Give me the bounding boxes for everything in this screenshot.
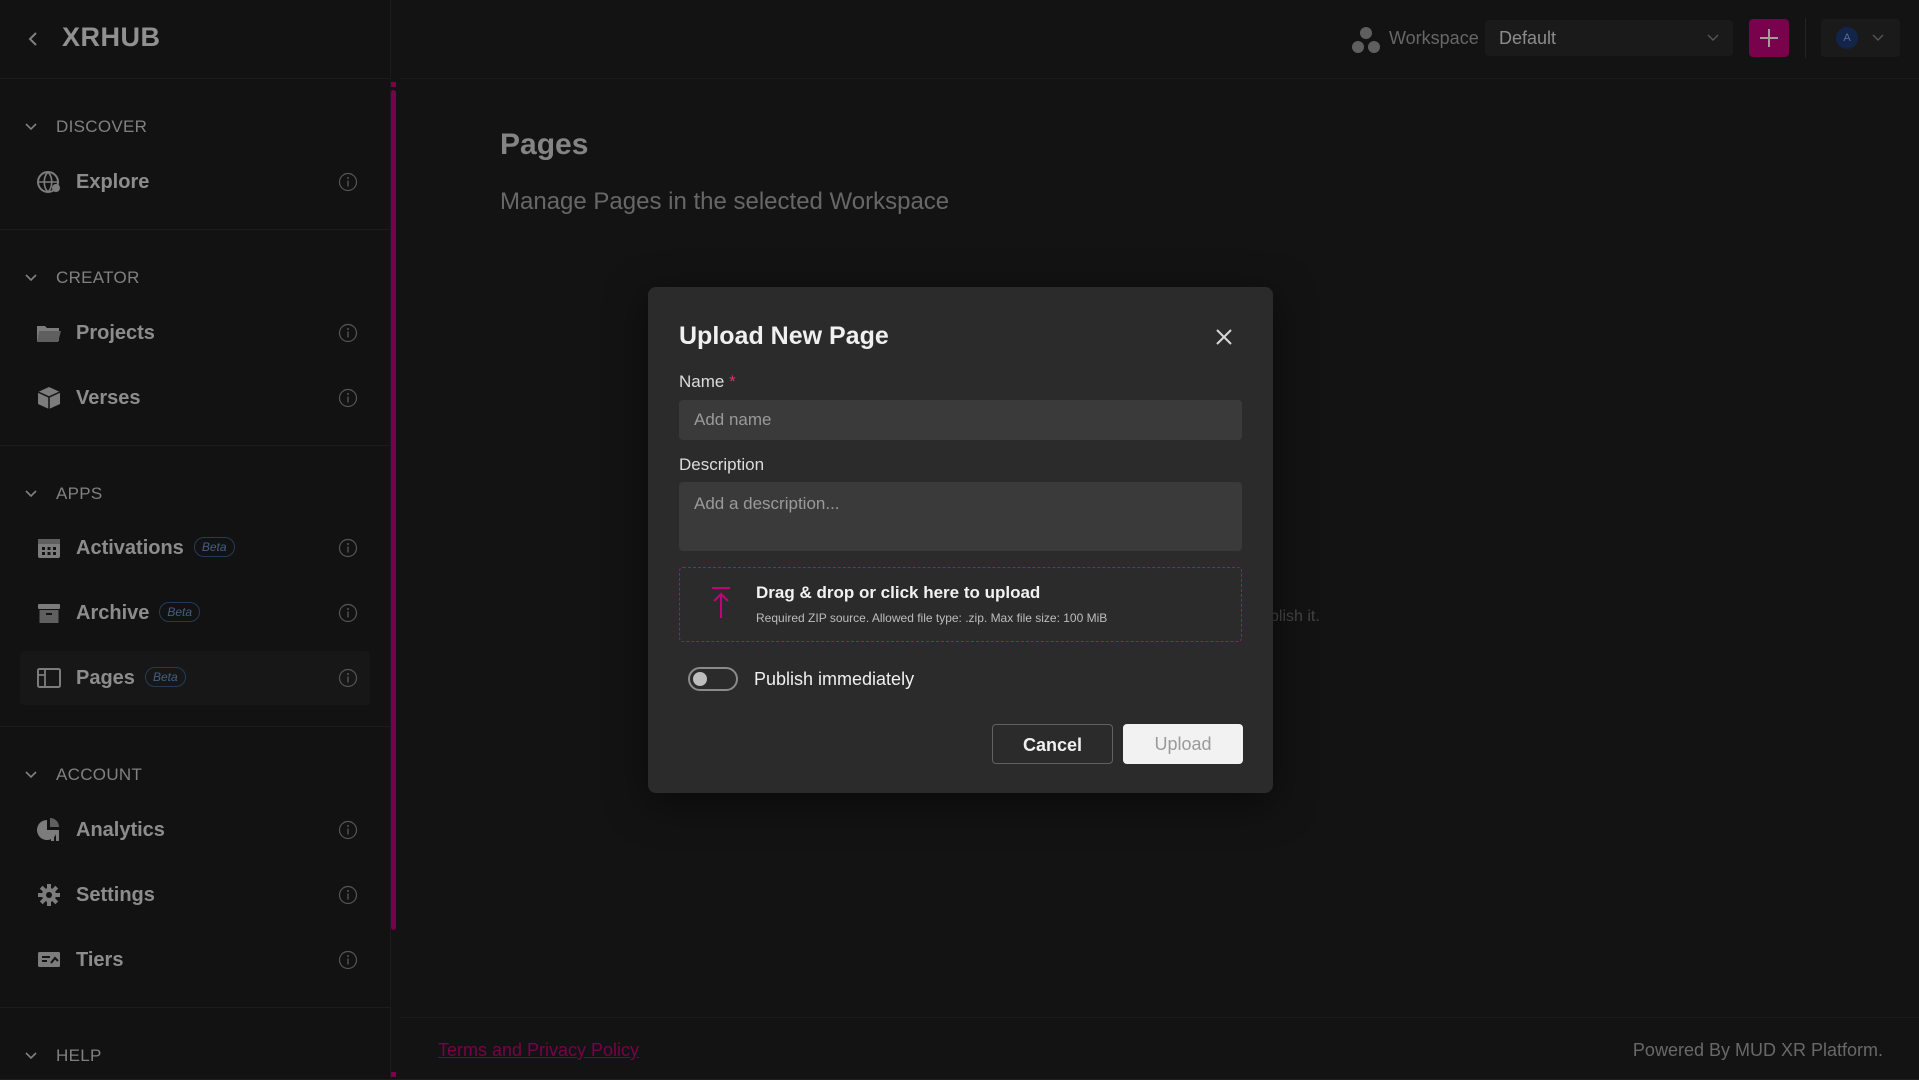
toggle-knob (693, 672, 707, 686)
upload-arrow-icon (712, 587, 730, 618)
description-label: Description (679, 455, 765, 474)
publish-toggle[interactable] (688, 667, 738, 691)
required-marker: * (729, 372, 736, 391)
upload-page-dialog: Upload New Page Name * Description Drag … (648, 287, 1273, 793)
dialog-title: Upload New Page (679, 322, 889, 350)
upload-button[interactable]: Upload (1123, 724, 1243, 764)
cancel-button[interactable]: Cancel (992, 724, 1113, 764)
dropzone-hint: Required ZIP source. Allowed file type: … (756, 611, 1108, 625)
name-field[interactable] (679, 400, 1242, 440)
dropzone-title: Drag & drop or click here to upload (756, 583, 1041, 602)
file-dropzone[interactable]: Drag & drop or click here to upload Requ… (679, 567, 1242, 642)
description-field[interactable] (679, 482, 1242, 551)
publish-label: Publish immediately (754, 669, 915, 689)
name-label-text: Name (679, 372, 725, 391)
close-icon[interactable] (1212, 325, 1236, 349)
name-label: Name * (679, 372, 736, 392)
